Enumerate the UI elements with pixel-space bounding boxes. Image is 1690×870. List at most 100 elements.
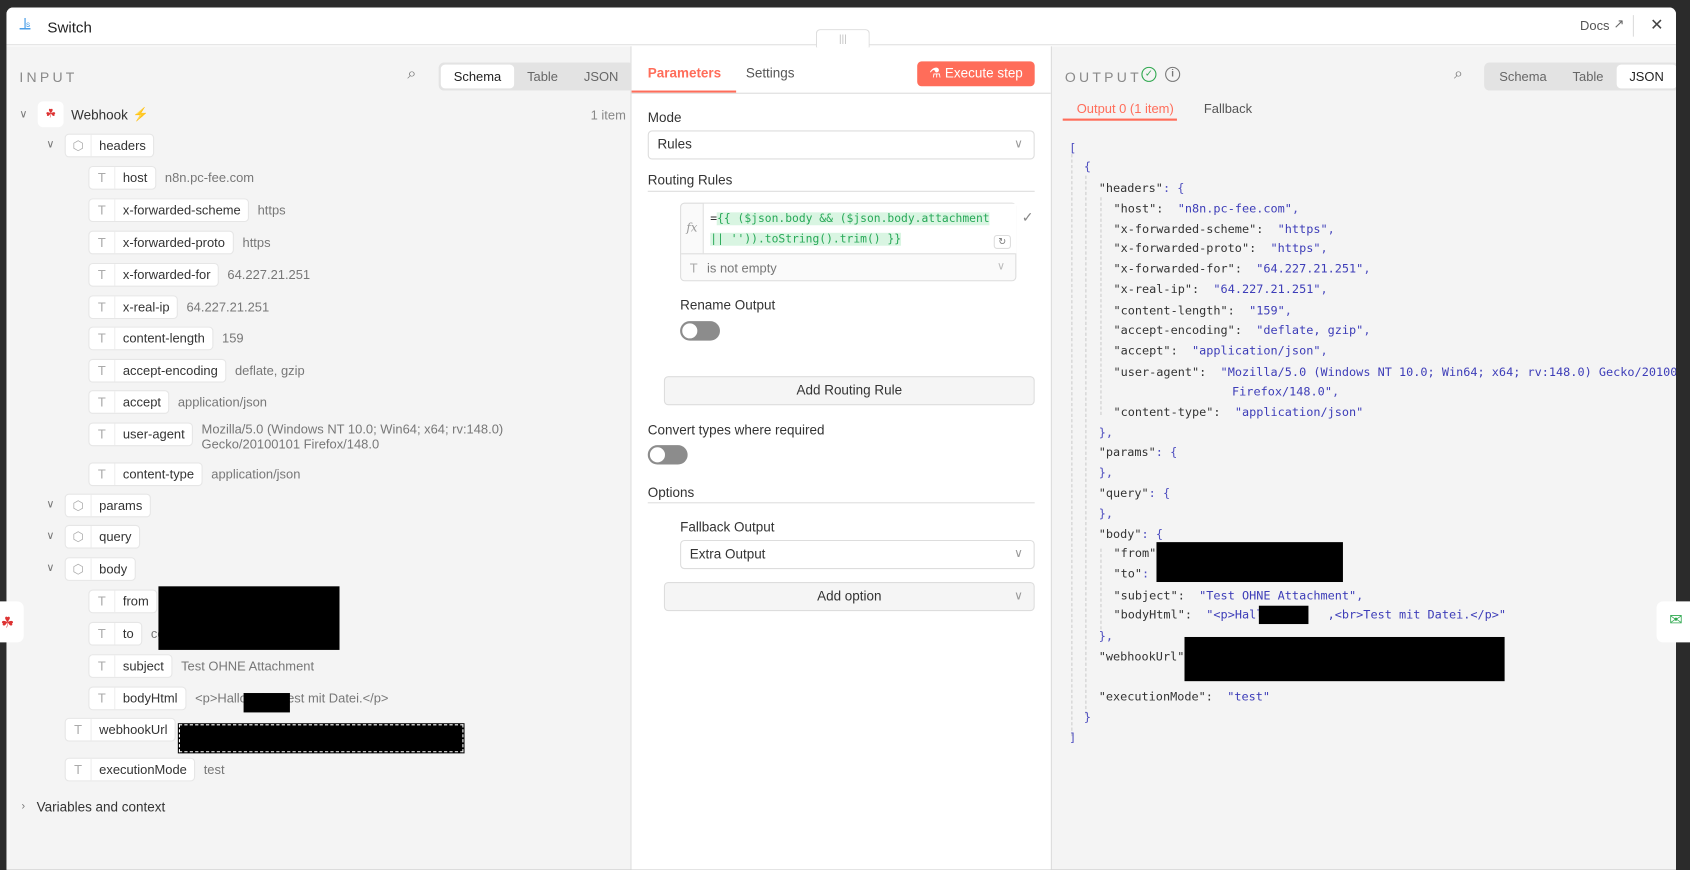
redacted-block-selected[interactable] [177,723,465,754]
text-type-icon: T [89,655,116,677]
tab-table[interactable]: Table [514,65,571,89]
tab-json[interactable]: JSON [1616,64,1676,89]
execute-step-label: Execute step [944,65,1023,81]
field-name: accept-encoding [122,363,218,379]
json-line: "x-forwarded-scheme": "https", [1113,222,1335,237]
tab-schema[interactable]: Schema [1486,65,1559,89]
json-line: "executionMode": "test" [1098,689,1271,704]
json-key: "x-real-ip" [1113,282,1192,297]
node-title[interactable]: Switch [47,18,91,35]
schema-field-content-length[interactable]: Tcontent-length [88,326,214,351]
add-routing-rule-button[interactable]: Add Routing Rule [663,376,1035,406]
close-icon[interactable]: ✕ [1650,15,1664,34]
search-icon[interactable]: ⌕ [407,65,416,83]
switch-node-icon: ⫡ [19,15,31,34]
schema-field-host[interactable]: Thost [88,165,156,190]
mode-value: Rules [657,136,692,152]
schema-field-user-agent[interactable]: Tuser-agent [88,422,194,447]
webhook-node-icon[interactable]: ☘ [0,601,24,643]
json-key: "user-agent" [1113,365,1200,380]
schema-field-accept[interactable]: Taccept [88,390,170,414]
schema-field-query[interactable]: ⬡ query [64,524,141,549]
info-icon[interactable]: i [1165,66,1181,82]
json-punctuation: ] [1069,730,1077,745]
mail-icon[interactable]: ✉ [1656,601,1690,643]
chevron-right-icon[interactable]: › [22,801,26,813]
tab-fallback[interactable]: Fallback [1204,101,1252,116]
variables-and-context[interactable]: Variables and context [37,800,166,815]
json-value: "<p>Hallo ,<br>Test mit Datei.</p>" [1206,607,1507,622]
schema-field-params[interactable]: ⬡ params [64,493,151,518]
json-key: "accept" [1113,343,1171,358]
field-value: deflate, gzip [234,363,305,379]
field-name: headers [99,137,146,154]
execute-step-button[interactable]: ⚗ Execute step [917,61,1035,87]
field-name: params [99,497,143,514]
field-name: bodyHtml [122,690,178,706]
search-icon[interactable]: ⌕ [1454,65,1463,83]
docs-link[interactable]: Docs [1580,18,1609,33]
schema-field-headers[interactable]: ⬡ headers [64,133,155,158]
text-type-icon: T [66,758,92,781]
chevron-down-icon[interactable]: ∨ [46,499,54,511]
operator-select[interactable]: is not empty [707,261,777,276]
field-name: accept [122,394,161,410]
node-name[interactable]: Webhook [71,108,128,123]
active-tab-indicator [1062,118,1177,121]
refresh-icon[interactable]: ↻ [993,234,1011,249]
json-punctuation: , [1320,241,1328,256]
json-punctuation: { [1083,159,1092,174]
expression-input[interactable]: ={{ ($json.body && ($json.body.attachmen… [703,203,1017,254]
convert-types-toggle[interactable] [647,445,688,465]
check-circle-icon[interactable]: ✓ [1022,209,1034,226]
chevron-down-icon[interactable]: ∨ [19,109,27,121]
schema-field-executionMode[interactable]: TexecutionMode [64,757,196,782]
json-punctuation: , [1320,343,1328,358]
schema-field-x-real-ip[interactable]: Tx-real-ip [88,295,179,320]
external-link-icon[interactable]: ↗ [1613,16,1624,31]
json-value: "application/json" [1191,343,1321,358]
schema-field-x-forwarded-proto[interactable]: Tx-forwarded-proto [88,230,234,255]
mode-label: Mode [647,109,682,126]
schema-field-from[interactable]: Tfrom [88,589,158,614]
chevron-down-icon[interactable]: ∨ [46,530,54,542]
object-type-icon: ⬡ [66,134,92,157]
tab-json[interactable]: JSON [571,65,631,89]
indent-guide [1100,197,1102,415]
add-option-button[interactable]: Add option ∨ [663,582,1035,612]
json-punctuation: , [1363,323,1371,338]
text-type-icon: T [89,622,116,645]
tab-output-0[interactable]: Output 0 (1 item) [1077,101,1174,116]
tab-settings[interactable]: Settings [746,66,795,81]
schema-field-subject[interactable]: Tsubject [88,654,173,678]
json-line: }, [1099,466,1113,480]
tab-table[interactable]: Table [1560,65,1617,89]
schema-field-body[interactable]: ⬡ body [64,557,136,581]
schema-field-webhookUrl[interactable]: TwebhookUrl [64,717,177,742]
schema-field-x-forwarded-for[interactable]: Tx-forwarded-for [88,262,220,287]
chevron-down-icon: ∨ [996,260,1005,273]
tab-schema[interactable]: Schema [440,64,515,89]
rename-output-toggle[interactable] [680,321,720,341]
json-key: "x-forwarded-proto" [1113,241,1250,256]
divider [1632,15,1634,37]
mode-select[interactable]: Rules ∨ [647,130,1035,160]
schema-field-content-type[interactable]: Tcontent-type [88,462,203,487]
field-name: executionMode [99,762,187,778]
panel-drag-handle[interactable]: ||| [815,29,870,48]
json-key: "webhookUrl" [1098,649,1185,664]
schema-field-to[interactable]: Tto [88,621,143,646]
indent-guide [1100,548,1102,630]
schema-field-bodyHtml[interactable]: TbodyHtml [88,686,187,711]
json-punctuation: , [1284,303,1292,318]
json-punctuation: }, [1098,506,1113,521]
schema-field-x-forwarded-scheme[interactable]: Tx-forwarded-scheme [88,198,250,223]
tab-parameters[interactable]: Parameters [648,66,721,81]
fallback-output-select[interactable]: Extra Output ∨ [680,539,1035,570]
chevron-down-icon[interactable]: ∨ [46,139,54,151]
json-value: "Mozilla/5.0 (Windows NT 10.0; Win64; x6… [1220,365,1676,380]
chevron-down-icon[interactable]: ∨ [46,563,54,575]
json-punctuation: , [1331,384,1340,399]
schema-field-accept-encoding[interactable]: Taccept-encoding [88,358,227,383]
expr-line-1: {{ ($json.body && ($json.body.attachment [717,212,990,226]
